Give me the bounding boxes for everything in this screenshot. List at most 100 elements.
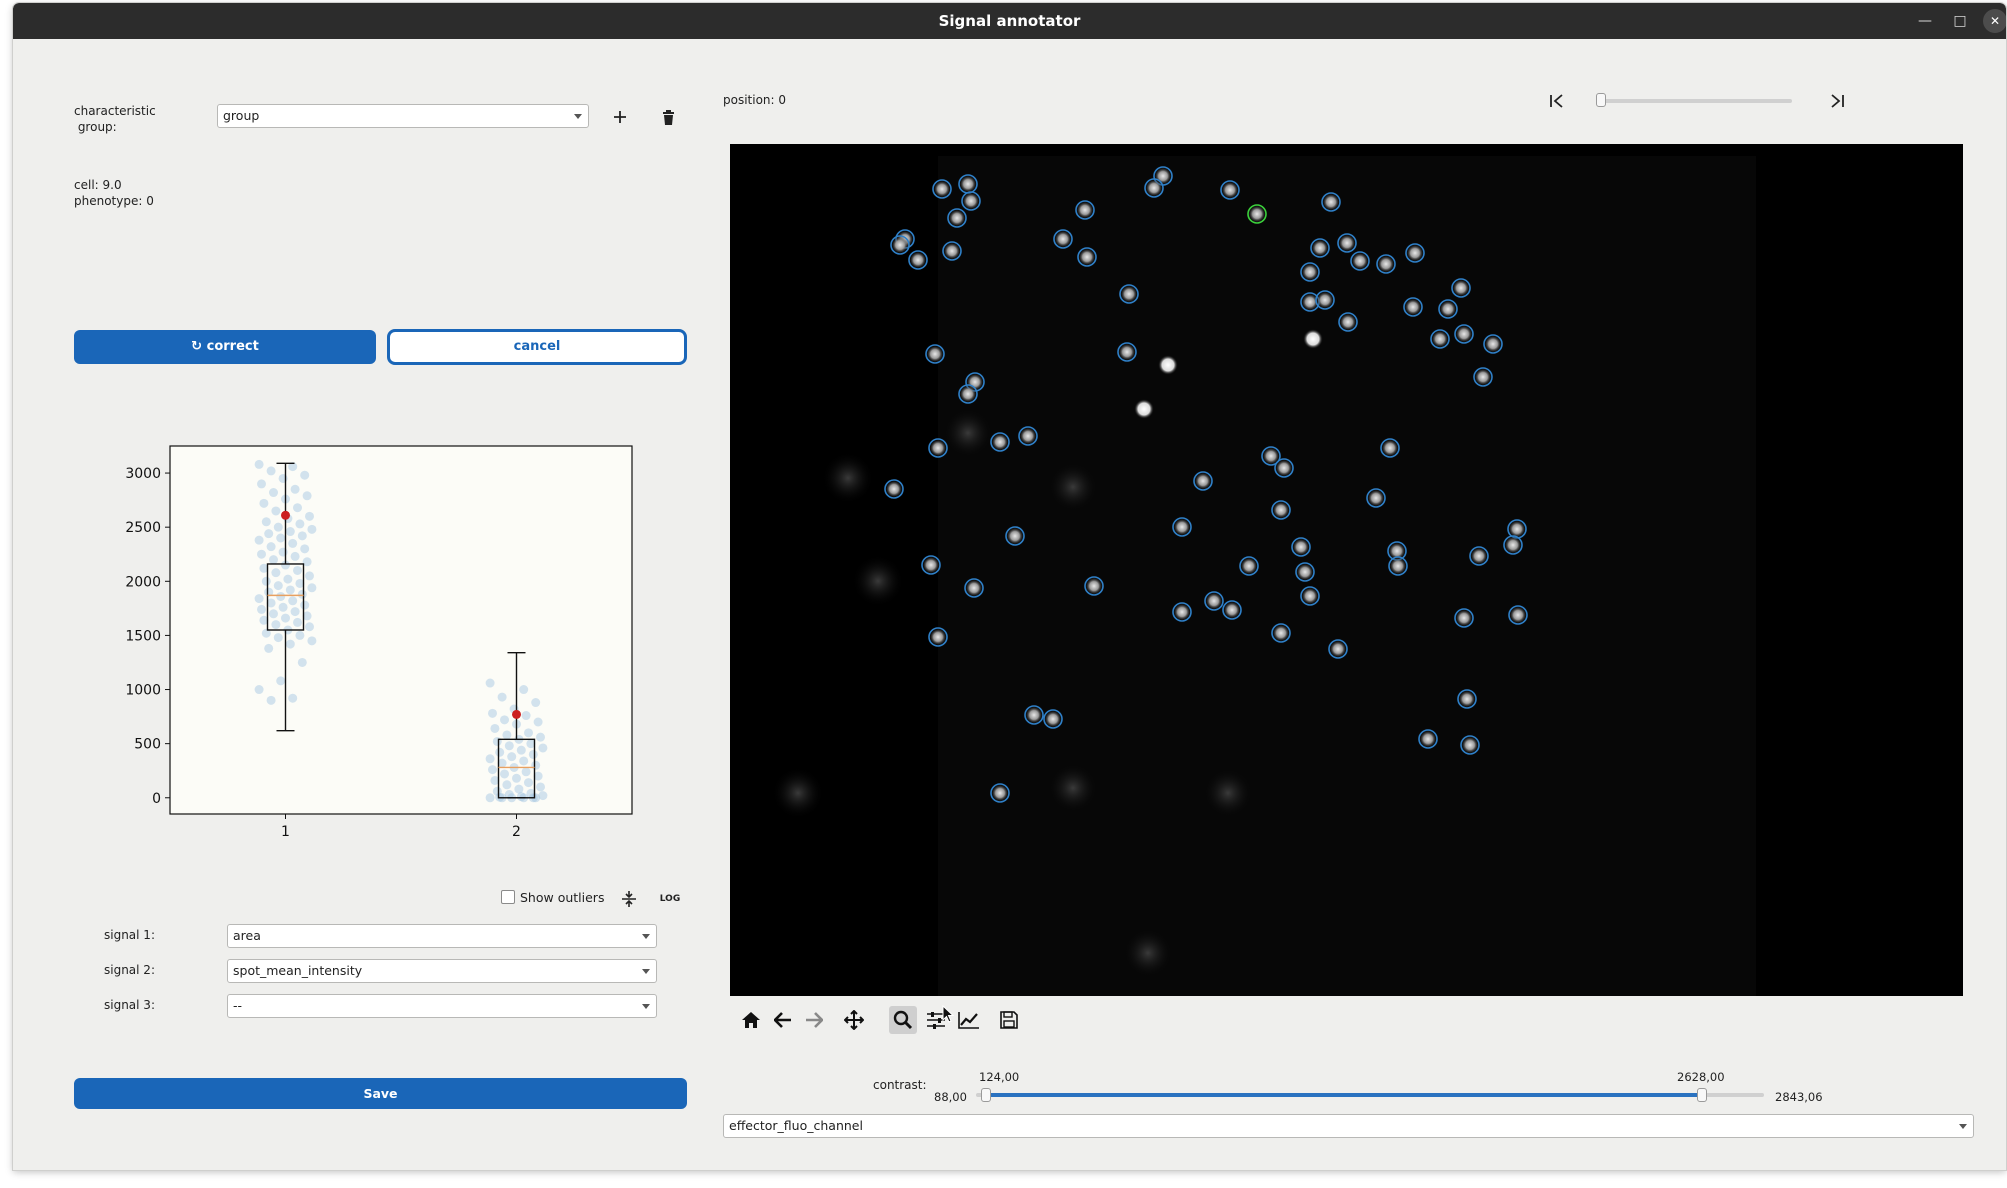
redo-icon: ↻ — [191, 339, 203, 354]
log-icon: LOG — [659, 894, 681, 904]
background-blob — [852, 555, 904, 607]
group-select[interactable]: group — [217, 104, 589, 128]
data-point — [504, 741, 514, 751]
contrast-slider-range — [986, 1093, 1703, 1097]
contrast-label: contrast: — [873, 1078, 927, 1092]
y-tick-label: 3000 — [125, 466, 161, 482]
maximize-icon[interactable]: □ — [1948, 9, 1972, 33]
data-point — [293, 617, 302, 627]
data-point — [257, 549, 266, 559]
data-point — [528, 749, 538, 759]
signal-1-label: signal 1: — [104, 928, 155, 942]
data-point — [302, 491, 312, 501]
channel-select[interactable]: effector_fluo_channel — [723, 1114, 1974, 1138]
data-point — [283, 574, 293, 584]
data-point — [533, 717, 543, 727]
data-point — [266, 466, 276, 476]
signal-3-select[interactable]: -- — [227, 994, 657, 1018]
data-point — [536, 732, 545, 742]
background-blob — [1047, 461, 1099, 513]
toolbar-forward-button[interactable] — [800, 1006, 828, 1034]
axes-edit-icon — [958, 1012, 979, 1029]
signal-2-select[interactable]: spot_mean_intensity — [227, 959, 657, 983]
data-point — [305, 571, 314, 581]
data-point — [276, 591, 286, 601]
data-point — [502, 730, 512, 740]
data-point — [295, 630, 305, 640]
toolbar-back-button[interactable] — [769, 1006, 797, 1034]
y-tick-label: 1500 — [125, 628, 161, 644]
cancel-button[interactable]: cancel — [387, 329, 687, 365]
data-point — [278, 547, 288, 557]
data-point — [500, 715, 509, 725]
save-button[interactable]: Save — [74, 1078, 687, 1109]
data-point — [288, 538, 298, 548]
show-outliers-checkbox[interactable] — [501, 890, 515, 904]
normalize-button[interactable] — [615, 885, 643, 913]
data-point — [297, 531, 307, 541]
data-point — [516, 745, 526, 755]
signal-1-value: area — [233, 928, 261, 943]
data-point — [521, 711, 531, 721]
highlight-point — [512, 709, 521, 719]
data-point — [307, 636, 317, 646]
data-point — [293, 503, 302, 513]
data-point — [524, 728, 533, 738]
background-blob — [772, 767, 824, 819]
data-point — [285, 639, 295, 649]
signal-1-select[interactable]: area — [227, 924, 657, 948]
channel-select-value: effector_fluo_channel — [729, 1118, 863, 1133]
skip-last-icon — [1831, 94, 1844, 108]
log-scale-button[interactable]: LOG — [656, 885, 684, 913]
y-tick-label: 1000 — [125, 683, 161, 699]
data-point — [264, 529, 274, 539]
data-point — [519, 756, 529, 766]
frame-slider-handle[interactable] — [1596, 93, 1606, 107]
data-point — [254, 685, 264, 695]
zoom-icon — [893, 1010, 913, 1030]
delete-group-button[interactable] — [654, 103, 682, 131]
data-point — [261, 576, 271, 586]
toolbar-save-button[interactable] — [995, 1006, 1023, 1034]
data-point — [271, 506, 281, 516]
trash-icon — [662, 109, 674, 125]
background-blob — [942, 407, 994, 459]
contrast-high-handle[interactable] — [1697, 1088, 1708, 1102]
data-point — [290, 484, 300, 494]
data-point — [264, 643, 274, 653]
data-point — [259, 498, 269, 508]
close-icon[interactable]: ✕ — [1983, 9, 2006, 33]
first-frame-button[interactable] — [1543, 87, 1571, 115]
data-point — [497, 692, 507, 702]
toolbar-zoom-button[interactable] — [889, 1006, 917, 1034]
toolbar-axes-button[interactable] — [955, 1006, 983, 1034]
data-point — [512, 773, 521, 783]
contrast-high-value: 2628,00 — [1677, 1070, 1725, 1084]
save-button-label: Save — [363, 1086, 398, 1101]
signal-2-value: spot_mean_intensity — [233, 963, 363, 978]
data-point — [297, 657, 307, 667]
minimize-icon[interactable]: — — [1913, 9, 1937, 33]
data-point — [305, 511, 314, 521]
show-outliers-label: Show outliers — [520, 890, 605, 905]
chevron-down-icon — [642, 1004, 650, 1009]
frame-slider[interactable] — [1596, 99, 1792, 103]
data-point — [488, 708, 497, 718]
cell-overlay[interactable] — [730, 144, 1963, 996]
y-tick-label: 0 — [152, 791, 161, 807]
contrast-low-handle[interactable] — [981, 1088, 992, 1102]
toolbar-pan-button[interactable] — [840, 1006, 868, 1034]
toolbar-home-button[interactable] — [737, 1006, 765, 1034]
data-point — [531, 760, 541, 770]
correct-button[interactable]: ↻ correct — [74, 330, 376, 364]
data-point — [485, 793, 495, 803]
correct-button-label: correct — [206, 339, 259, 354]
microscopy-image[interactable] — [730, 144, 1963, 996]
last-frame-button[interactable] — [1823, 87, 1851, 115]
data-point — [266, 695, 276, 705]
phenotype-info: phenotype: 0 — [74, 194, 154, 208]
y-tick-label: 2500 — [125, 520, 161, 536]
data-point — [269, 488, 278, 498]
data-point — [305, 622, 314, 632]
add-group-button[interactable] — [606, 103, 634, 131]
